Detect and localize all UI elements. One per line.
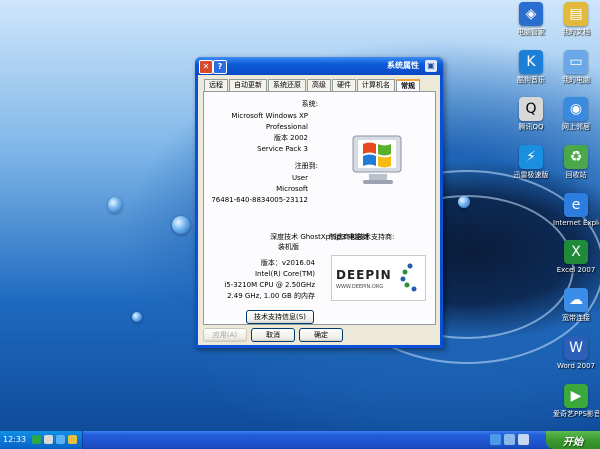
- network-places-icon: ◉: [564, 97, 588, 121]
- iqiyi-icon: ▶: [564, 384, 588, 408]
- deepin-website: WWW.DEEPIN.ORG: [336, 284, 384, 290]
- close-button[interactable]: ✕: [199, 60, 213, 74]
- quicklaunch-show-desktop-icon[interactable]: [518, 434, 529, 445]
- excel-icon: X: [564, 240, 588, 264]
- quicklaunch-media-icon[interactable]: [504, 434, 515, 445]
- water-drop: [132, 312, 142, 322]
- window-title: 系统属性: [387, 61, 419, 70]
- desktop-icon-recycle-bin[interactable]: ♻ 回收站: [553, 145, 599, 180]
- oem-line-2: 装机版: [278, 243, 299, 251]
- desktop-icon-label: 迅雷极速版: [513, 171, 549, 179]
- input-method-icon[interactable]: [68, 435, 77, 444]
- clock[interactable]: 12:33: [3, 435, 26, 444]
- desktop-icon-network-places[interactable]: ◉ 网上邻居: [553, 97, 599, 132]
- tab-remote[interactable]: 远程: [204, 79, 228, 91]
- deepin-swirl-icon: [400, 263, 417, 292]
- desktop-icon-label: 腾讯QQ: [518, 123, 544, 131]
- pc-manager-icon: ◈: [519, 2, 543, 26]
- water-drop: [458, 196, 470, 208]
- taskbar: 12:33 开始: [0, 431, 600, 449]
- system-properties-icon: ▣: [425, 60, 437, 72]
- desktop-icon-label: 酷狗音乐: [517, 76, 545, 84]
- water-drop: [172, 216, 190, 234]
- word-icon: W: [564, 336, 588, 360]
- cpu-speed-memory: 2.49 GHz, 1.00 GB 的内存: [227, 292, 315, 300]
- desktop-icon-word[interactable]: W Word 2007: [553, 336, 599, 371]
- my-documents-icon: ▤: [564, 2, 588, 26]
- desktop-icon-label: Excel 2007: [556, 266, 596, 274]
- recycle-bin-icon: ♻: [564, 145, 588, 169]
- os-version: 版本 2002: [273, 134, 308, 142]
- desktop-icon-label: 我的电脑: [562, 76, 590, 84]
- oem-line-1: 深度技术 GhostXp Sp3 电脑城: [270, 233, 369, 241]
- system-properties-window: ✕ ? 系统属性 ▣ 常规 计算机名 硬件 高级 系统还原 自动更新 远程 系统…: [195, 57, 443, 348]
- broadband-connection-icon: ☁: [564, 288, 588, 312]
- desktop-icon-my-documents[interactable]: ▤ 我的文档: [553, 2, 599, 37]
- tab-computer-name[interactable]: 计算机名: [357, 79, 395, 91]
- desktop-icon-broadband[interactable]: ☁ 宽带连接: [553, 288, 599, 323]
- windows-logo-icon: [352, 135, 402, 184]
- security-shield-icon[interactable]: [32, 435, 41, 444]
- desktop-icon-label: 爱奇艺PPS影音: [553, 410, 599, 418]
- desktop-icon-label: 网上邻居: [562, 123, 590, 131]
- bios-version: 版本：v2016.04: [260, 259, 315, 267]
- product-id: 76481-640-8834005-23112: [211, 196, 308, 204]
- internet-explorer-icon: e: [564, 193, 588, 217]
- quicklaunch-ie-icon[interactable]: [490, 434, 501, 445]
- desktop-icon-internet-explorer[interactable]: e Internet Explorer: [553, 193, 599, 228]
- tab-advanced[interactable]: 高级: [307, 79, 331, 91]
- network-icon[interactable]: [56, 435, 65, 444]
- deepin-brand: DEEPIN: [336, 268, 392, 282]
- cancel-button[interactable]: 取消: [251, 328, 295, 342]
- os-name: Microsoft Windows XP: [231, 112, 308, 120]
- tab-automatic-updates[interactable]: 自动更新: [229, 79, 267, 91]
- qq-penguin-icon: Q: [519, 97, 543, 121]
- my-computer-icon: ▭: [564, 50, 588, 74]
- desktop-icon-label: 电脑管家: [517, 28, 545, 36]
- desktop-icon-label: 宽带连接: [562, 314, 590, 322]
- desktop-icon-label: 我的文档: [562, 28, 590, 36]
- window-client: 常规 计算机名 硬件 高级 系统还原 自动更新 远程 系统: Microsoft…: [198, 75, 440, 345]
- general-panel: 系统: Microsoft Windows XP Professional 版本…: [203, 91, 436, 325]
- desktop-icon-label: Word 2007: [556, 362, 596, 370]
- desktop-icon-my-computer[interactable]: ▭ 我的电脑: [553, 50, 599, 85]
- help-button[interactable]: ?: [213, 60, 227, 74]
- start-button[interactable]: 开始: [546, 431, 600, 449]
- os-service-pack: Service Pack 3: [257, 145, 308, 153]
- window-titlebar[interactable]: ✕ ? 系统属性 ▣: [195, 57, 443, 75]
- desktop-icon-thunder[interactable]: ⚡ 迅雷极速版: [508, 145, 554, 180]
- desktop-icon-excel[interactable]: X Excel 2007: [553, 240, 599, 275]
- kugou-icon: K: [519, 50, 543, 74]
- volume-icon[interactable]: [44, 435, 53, 444]
- tab-bar: 常规 计算机名 硬件 高级 系统还原 自动更新 远程: [203, 79, 420, 91]
- thunder-icon: ⚡: [519, 145, 543, 169]
- apply-button: 应用(A): [203, 328, 247, 342]
- cpu-brand: Intel(R) Core(TM): [254, 270, 315, 278]
- system-tray: 12:33: [0, 431, 83, 449]
- desktop-icon-qq[interactable]: Q 腾讯QQ: [508, 97, 554, 132]
- os-edition: Professional: [265, 123, 308, 131]
- tab-system-restore[interactable]: 系统还原: [268, 79, 306, 91]
- water-drop: [108, 197, 122, 213]
- desktop-icon-label: Internet Explorer: [553, 219, 599, 227]
- desktop-icon-iqiyi[interactable]: ▶ 爱奇艺PPS影音: [553, 384, 599, 419]
- deepin-logo: DEEPIN WWW.DEEPIN.ORG: [331, 255, 426, 301]
- desktop-icon-pc-manager[interactable]: ◈ 电脑管家: [508, 2, 554, 37]
- start-label: 开始: [563, 436, 583, 448]
- manufacturer-support-label: 制造商和技术支持商:: [329, 233, 395, 241]
- registered-heading: 注册到:: [294, 162, 318, 170]
- registered-org: Microsoft: [276, 185, 308, 193]
- desktop-icon-kugou[interactable]: K 酷狗音乐: [508, 50, 554, 85]
- tab-hardware[interactable]: 硬件: [332, 79, 356, 91]
- system-heading: 系统:: [301, 100, 318, 108]
- desktop-icon-label: 回收站: [565, 171, 587, 179]
- tab-general[interactable]: 常规: [396, 79, 420, 91]
- support-info-button[interactable]: 技术支持信息(S): [246, 310, 314, 324]
- registered-user: User: [292, 174, 308, 182]
- ok-button[interactable]: 确定: [299, 328, 343, 342]
- cpu-model: i5-3210M CPU @ 2.50GHz: [224, 281, 315, 289]
